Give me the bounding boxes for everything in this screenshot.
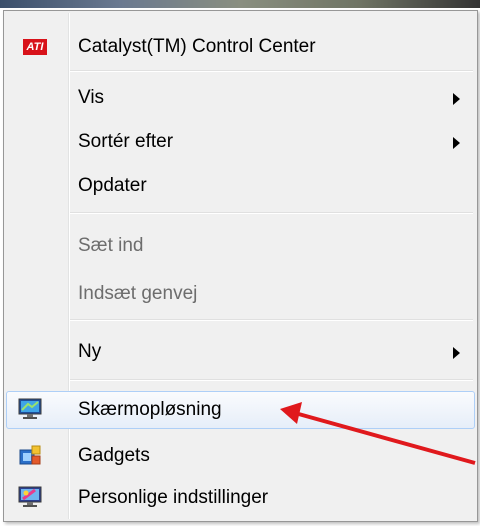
annotation-arrow-line	[294, 411, 476, 465]
annotation-arrow	[280, 402, 476, 465]
annotation-arrow-head	[280, 402, 302, 424]
